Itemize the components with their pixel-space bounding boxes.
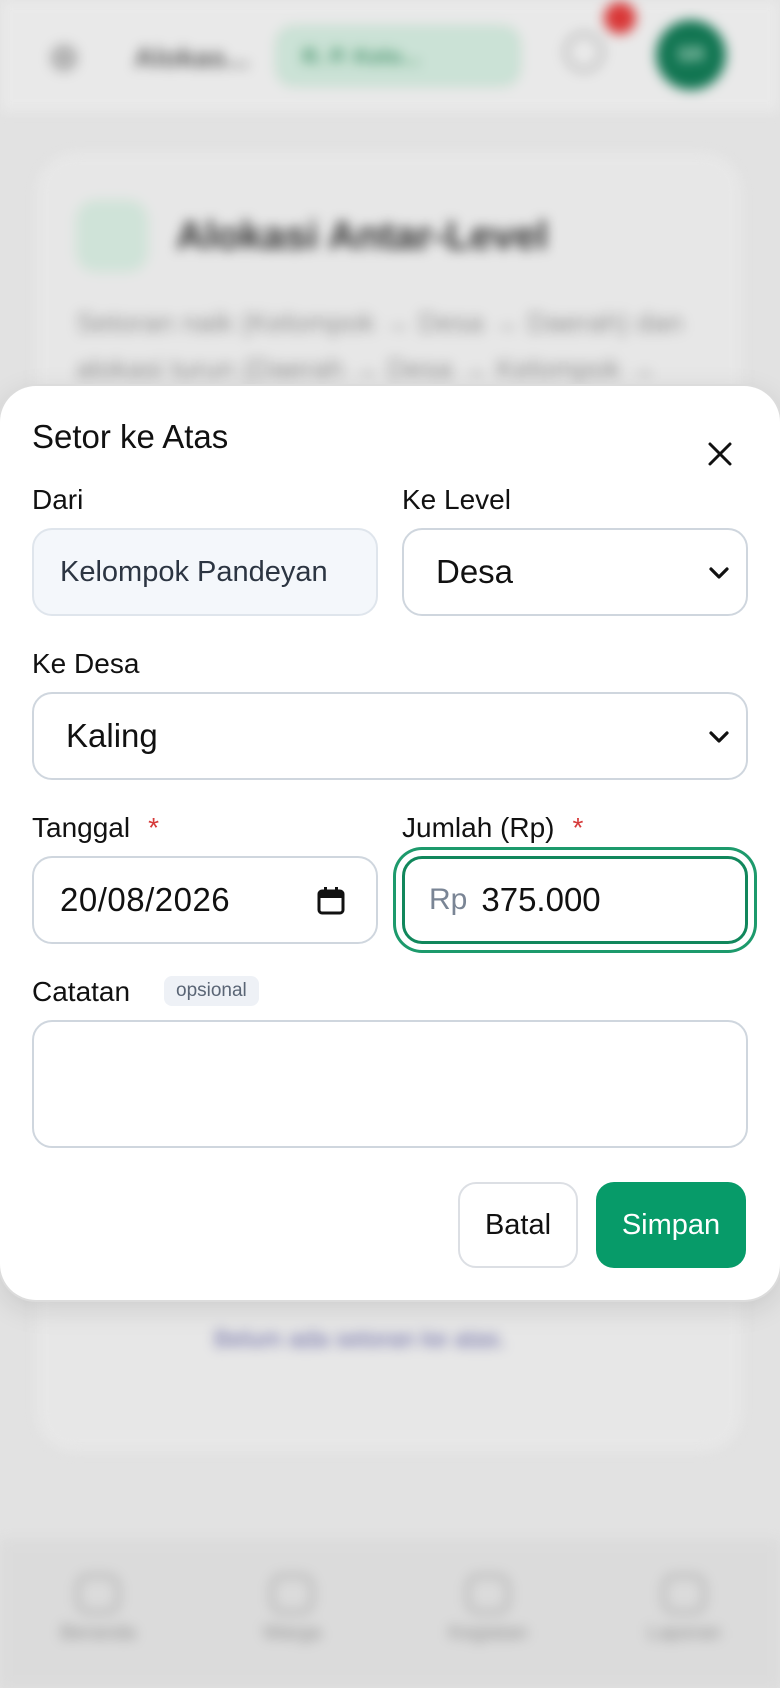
optional-badge: opsional	[164, 976, 259, 1006]
to-desa-select[interactable]: Kaling	[32, 692, 748, 780]
currency-prefix: Rp	[429, 883, 468, 916]
to-desa-label: Ke Desa	[32, 648, 140, 679]
cancel-button[interactable]: Batal	[458, 1182, 578, 1268]
from-value: Kelompok Pandeyan	[60, 555, 328, 588]
note-textarea[interactable]	[32, 1020, 748, 1148]
close-icon	[708, 442, 732, 466]
required-mark: *	[148, 812, 159, 843]
save-button[interactable]: Simpan	[596, 1182, 746, 1268]
amount-label: Jumlah (Rp) *	[402, 812, 583, 844]
modal-title: Setor ke Atas	[32, 418, 229, 455]
to-desa-value: Kaling	[66, 717, 158, 754]
amount-label-text: Jumlah (Rp)	[402, 812, 555, 843]
amount-input[interactable]: Rp 375.000	[402, 856, 748, 944]
close-button[interactable]	[696, 430, 744, 478]
note-label: Catatan	[32, 976, 131, 1007]
date-label: Tanggal *	[32, 812, 159, 844]
from-label: Dari	[32, 484, 84, 515]
chevron-down-icon	[709, 731, 729, 743]
to-level-select[interactable]: Desa	[402, 528, 748, 616]
date-label-text: Tanggal	[32, 812, 131, 843]
chevron-down-icon	[709, 567, 729, 579]
date-input[interactable]: 20/08/2026	[32, 856, 378, 944]
calendar-icon[interactable]	[316, 886, 346, 916]
deposit-modal: Setor ke Atas Dari Kelompok Pandeyan Ke …	[0, 386, 780, 1300]
from-field: Kelompok Pandeyan	[32, 528, 378, 616]
to-level-value: Desa	[436, 553, 514, 590]
required-mark: *	[572, 812, 584, 843]
amount-value: 375.000	[481, 881, 601, 918]
to-level-label: Ke Level	[402, 484, 511, 515]
